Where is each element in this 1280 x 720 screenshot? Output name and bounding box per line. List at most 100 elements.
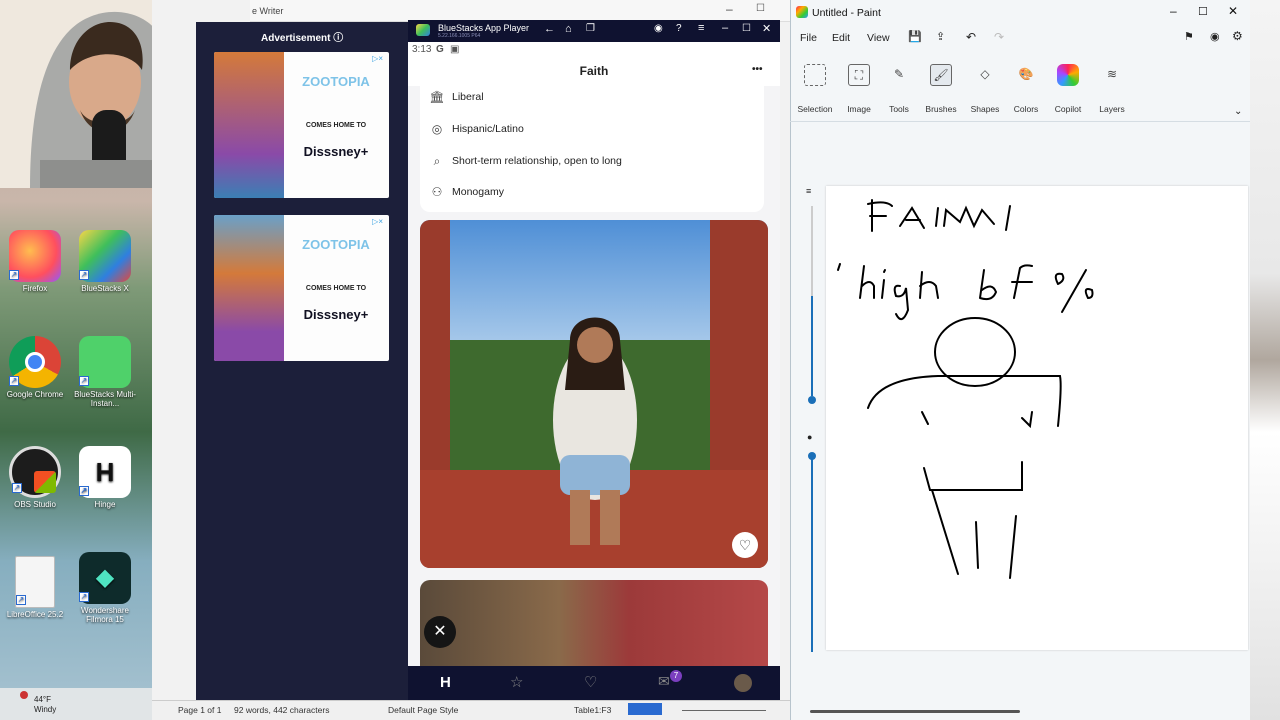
desktop-icon-label: BlueStacks Multi-Instan... (74, 390, 136, 408)
menu-edit[interactable]: Edit (832, 32, 850, 44)
discover-tab-icon[interactable]: H (440, 674, 451, 691)
menu-file[interactable]: File (800, 32, 817, 44)
ad-brand: ZOOTOPIA (302, 74, 370, 89)
brush-size-icon: ≡ (806, 186, 812, 196)
zoom-slider[interactable] (682, 710, 766, 711)
home-icon[interactable]: ⌂ (565, 23, 572, 35)
account-icon[interactable]: ◉ (654, 23, 663, 34)
menu-icon[interactable]: ≡ (698, 22, 704, 34)
minimize-icon[interactable]: – (722, 22, 728, 34)
info-row-politics: 🏛 Liberal (429, 90, 484, 104)
advertisement-banner[interactable]: ZOOTOPIA COMES HOME TO Disssney+ ▷× (214, 52, 389, 198)
opacity-slider[interactable] (811, 456, 813, 652)
minimize-icon[interactable]: – (726, 2, 733, 16)
desktop-icon-bluestacks-x[interactable]: ↗ BlueStacks X (70, 230, 140, 293)
like-photo-button[interactable]: ♡ (732, 532, 758, 558)
table-cell: Table1:F3 (574, 705, 612, 715)
opacity-slider-thumb[interactable] (808, 452, 816, 460)
tool-copilot[interactable]: Copilot (1047, 64, 1089, 114)
adchoices-icon[interactable]: ▷× (372, 54, 383, 63)
selection-icon (804, 64, 826, 86)
tool-selection[interactable]: Selection (794, 64, 836, 114)
close-icon[interactable]: ✕ (762, 22, 771, 35)
desktop-icon-libreoffice[interactable]: ↗ LibreOffice 25.2 (0, 556, 70, 619)
view-layout-icon[interactable] (628, 703, 662, 715)
messages-tab-icon[interactable]: ✉ (658, 673, 670, 690)
feedback-icon[interactable]: ⚑ (1184, 30, 1194, 43)
redo-icon[interactable]: ↷ (994, 30, 1004, 44)
standouts-tab-icon[interactable]: ☆ (510, 673, 523, 691)
undo-icon[interactable]: ↶ (966, 30, 976, 44)
profile-avatar[interactable] (734, 674, 752, 692)
paint-horizontal-scrollbar[interactable] (810, 708, 1246, 714)
brush-icon: 🖌 (930, 64, 952, 86)
save-icon[interactable]: 💾 (908, 30, 922, 43)
profile-header: Faith ••• (408, 58, 780, 86)
profile-photo-2 (420, 580, 768, 666)
tool-shapes[interactable]: ◇ Shapes (964, 64, 1006, 114)
filmora-icon: ◆ ↗ (79, 552, 131, 604)
desktop-icon-obs[interactable]: ↗ OBS Studio (0, 446, 70, 509)
obs-icon: ↗ (9, 446, 61, 498)
bluestacks-title: BlueStacks App Player (438, 23, 530, 33)
desktop-icon-label: Firefox (22, 284, 48, 293)
scrollbar-thumb[interactable] (810, 710, 1020, 713)
advertisement-label: Advertisement ⓘ (261, 33, 344, 44)
settings-icon[interactable]: ⚙ (1232, 29, 1243, 43)
tool-brushes[interactable]: 🖌 Brushes (920, 64, 962, 114)
paint-titlebar: Untitled - Paint – ☐ ✕ (790, 0, 1250, 26)
dismiss-button[interactable]: ✕ (424, 616, 456, 648)
tool-layers[interactable]: ≋ Layers (1091, 64, 1133, 114)
tool-colors[interactable]: 🎨 Colors (1005, 64, 1047, 114)
weather-icon (20, 691, 28, 699)
desktop-icon-chrome[interactable]: ↗ Google Chrome (0, 336, 70, 399)
desktop-icon-label: BlueStacks X (81, 284, 129, 293)
profile-content[interactable]: 🏛 Liberal ◎ Hispanic/Latino ⌕ Short-term re… (408, 86, 780, 666)
minimize-icon[interactable]: – (1170, 4, 1177, 18)
back-icon[interactable]: ← (544, 23, 555, 35)
bluestacks-x-icon: ↗ (79, 230, 131, 282)
writer-titlebar: e Writer – ☐ (250, 0, 790, 22)
palette-icon: 🎨 (1018, 67, 1034, 81)
close-icon[interactable]: ✕ (1228, 4, 1238, 18)
chevron-down-icon[interactable]: ⌄ (1234, 106, 1242, 117)
adchoices-icon[interactable]: ▷× (372, 217, 383, 226)
paint-canvas[interactable] (826, 186, 1248, 650)
paint-ribbon: Selection ⛶ Image ✎ Tools 🖌 Brushes ◇ Shapes… (790, 50, 1250, 122)
size-slider-thumb[interactable] (808, 396, 816, 404)
desktop-icon-hinge[interactable]: H ↗ Hinge (70, 446, 140, 509)
info-icon: ⓘ (333, 33, 344, 44)
desktop-icon-label: OBS Studio (14, 500, 56, 509)
document-icon: ↗ (15, 556, 55, 608)
likes-tab-icon[interactable]: ♡ (584, 673, 597, 691)
desktop-icon-bluestacks-multi[interactable]: ↗ BlueStacks Multi-Instan... (70, 336, 140, 408)
taskbar-weather[interactable]: 44°F Windy (0, 688, 152, 720)
advertisement-banner[interactable]: ZOOTOPIA COMES HOME TO Disssney+ ▷× (214, 215, 389, 361)
messages-badge: 7 (670, 670, 682, 682)
desktop-icon-filmora[interactable]: ◆ ↗ Wondershare Filmora 15 (70, 552, 140, 624)
account-icon[interactable]: ◉ (1210, 30, 1220, 43)
share-icon[interactable]: ⇪ (936, 30, 945, 43)
maximize-icon[interactable]: ☐ (756, 3, 765, 14)
firefox-icon: ↗ (9, 230, 61, 282)
tool-tools[interactable]: ✎ Tools (878, 64, 920, 114)
layers-icon: ≋ (1106, 67, 1118, 81)
notification-icon: ▣ (450, 44, 460, 55)
maximize-icon[interactable]: ☐ (742, 23, 751, 34)
desktop-icon-label: Wondershare Filmora 15 (81, 606, 129, 624)
tool-image[interactable]: ⛶ Image (838, 64, 880, 114)
ad-brand: ZOOTOPIA (302, 237, 370, 252)
maximize-icon[interactable]: ☐ (1198, 5, 1208, 18)
paint-menubar: File Edit View 💾 ⇪ ↶ ↷ ⚑ ◉ ⚙ (790, 26, 1250, 48)
bluestacks-logo-icon (416, 24, 430, 36)
help-icon[interactable]: ? (676, 23, 682, 34)
ad-characters-image (214, 52, 284, 198)
phone-nav-bar: H ☆ ♡ ✉ 7 (408, 666, 780, 700)
desktop-icon-firefox[interactable]: ↗ Firefox (0, 230, 70, 293)
menu-view[interactable]: View (867, 32, 890, 44)
recent-apps-icon[interactable]: ❐ (586, 23, 595, 34)
more-options-icon[interactable]: ••• (752, 64, 763, 75)
writer-status-bar: Page 1 of 1 92 words, 442 characters Def… (152, 700, 792, 720)
paint-title: Untitled - Paint (812, 7, 881, 19)
bluestacks-multi-icon: ↗ (79, 336, 131, 388)
